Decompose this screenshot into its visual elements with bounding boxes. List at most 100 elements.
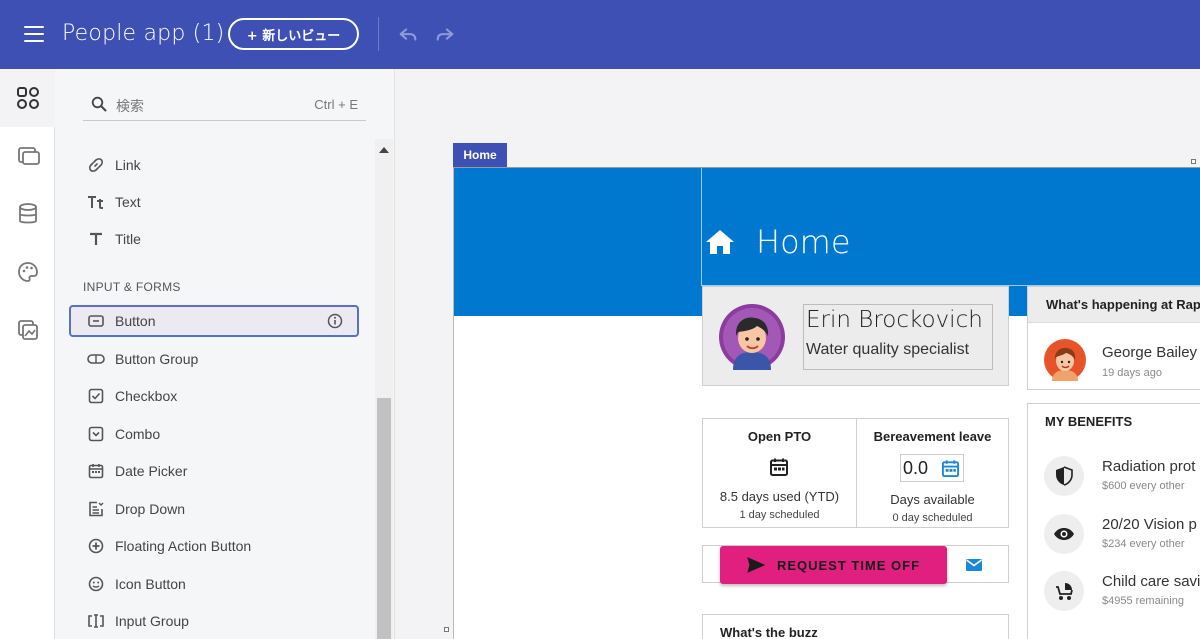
benefit-detail: $600 every other xyxy=(1102,480,1185,492)
button-icon xyxy=(87,312,105,330)
search-field[interactable]: 検索 Ctrl + E xyxy=(83,89,366,121)
page-title: Home xyxy=(756,223,851,261)
resize-handle[interactable] xyxy=(1191,159,1196,164)
info-icon[interactable] xyxy=(327,313,343,329)
calendar-icon xyxy=(770,458,788,476)
toolbox-list: Link Text Title INPUT & FORMS Button But… xyxy=(55,147,375,639)
toolbox-item-label: Link xyxy=(115,157,141,173)
new-view-button[interactable]: + 新しいビュー xyxy=(228,18,359,50)
scroll-thumb[interactable] xyxy=(377,398,391,639)
toolbox-item-input-group[interactable]: Input Group xyxy=(69,605,359,637)
calendar-icon[interactable] xyxy=(941,459,960,478)
profile-role: Water quality specialist xyxy=(806,341,970,358)
toolbox-scrollbar[interactable] xyxy=(375,139,393,639)
my-benefits-card[interactable]: MY BENEFITS Radiation prot $600 every ot… xyxy=(1027,403,1200,639)
rail-views[interactable] xyxy=(0,127,55,185)
home-view-artboard[interactable]: Home Erin Brockovich Water quality speci… xyxy=(453,167,1200,639)
toolbox-item-label: Drop Down xyxy=(115,501,186,517)
toolbox-item-drop-down[interactable]: Drop Down xyxy=(69,493,359,525)
benefits-title: MY BENEFITS xyxy=(1045,414,1133,429)
left-rail xyxy=(0,69,55,639)
toolbox-item-button[interactable]: Button xyxy=(69,305,359,337)
title-icon xyxy=(87,230,105,248)
search-icon xyxy=(91,96,107,112)
toolbox-item-text[interactable]: Text xyxy=(69,186,359,218)
pto-title: Open PTO xyxy=(747,429,812,444)
components-icon xyxy=(16,87,39,109)
activity-person-name: George Bailey xyxy=(1102,344,1198,361)
menu-icon[interactable] xyxy=(24,26,44,42)
toolbox-item-icon-button[interactable]: Icon Button xyxy=(69,568,359,600)
whats-happening-card[interactable]: What's happening at Rap George Bailey 19… xyxy=(1027,286,1200,390)
palette-icon xyxy=(17,262,38,282)
benefit-item[interactable]: Child care savi $4955 remaining xyxy=(1028,571,1200,627)
toolbox-item-checkbox[interactable]: Checkbox xyxy=(69,380,359,412)
profile-name-box[interactable]: Erin Brockovich Water quality specialist xyxy=(803,304,993,370)
toolbox-item-label: Input Group xyxy=(115,613,189,629)
rail-toolbox[interactable] xyxy=(0,69,55,127)
date-picker-icon xyxy=(87,462,105,480)
benefit-name: Child care savi xyxy=(1102,573,1200,590)
benefit-item[interactable]: 20/20 Vision p $234 every other xyxy=(1028,514,1200,570)
request-time-off-button[interactable]: REQUEST TIME OFF xyxy=(720,546,947,584)
toolbox-item-label: Floating Action Button xyxy=(115,538,252,554)
toolbox-item-label: Date Picker xyxy=(115,463,188,479)
toolbox-item-label: Button Group xyxy=(115,351,199,367)
toolbox-item-title[interactable]: Title xyxy=(69,223,359,255)
eye-icon xyxy=(1044,514,1084,554)
toolbox-item-label: Title xyxy=(115,231,141,247)
avatar xyxy=(719,304,785,370)
redo-icon[interactable] xyxy=(434,24,456,46)
toolbox-item-link[interactable]: Link xyxy=(69,149,359,181)
whats-happening-header: What's happening at Rap xyxy=(1028,287,1200,323)
toolbox-item-date-picker[interactable]: Date Picker xyxy=(69,455,359,487)
open-pto-card[interactable]: Open PTO 8.5 days used (YTD) 1 day sched… xyxy=(702,418,857,528)
view-tag-home[interactable]: Home xyxy=(453,143,507,167)
text-icon xyxy=(87,193,105,211)
pto-scheduled: 1 day scheduled xyxy=(739,509,820,521)
button-group-icon xyxy=(87,350,105,368)
rail-assets[interactable] xyxy=(0,301,55,359)
toolbox-item-combo[interactable]: Combo xyxy=(69,418,359,450)
toolbar-divider xyxy=(378,17,379,51)
shield-icon xyxy=(1044,456,1084,496)
drop-down-icon xyxy=(87,500,105,518)
undo-icon[interactable] xyxy=(397,24,419,46)
rail-data[interactable] xyxy=(0,185,55,243)
toolbox-item-label: Text xyxy=(115,194,141,210)
search-input[interactable]: 検索 xyxy=(116,96,144,116)
benefit-detail: $4955 remaining xyxy=(1102,595,1184,607)
link-icon xyxy=(87,156,105,174)
toolbox-item-label: Icon Button xyxy=(115,576,186,592)
benefit-name: Radiation prot xyxy=(1102,458,1196,475)
database-icon xyxy=(18,203,37,224)
views-icon xyxy=(17,147,40,165)
bereavement-leave-card[interactable]: Bereavement leave 0.0 Days available 0 d… xyxy=(856,418,1009,528)
image-icon xyxy=(17,320,38,340)
action-row: REQUEST TIME OFF xyxy=(702,545,1009,584)
send-icon xyxy=(747,557,765,573)
rail-themes[interactable] xyxy=(0,243,55,301)
bereavement-date-field[interactable]: 0.0 xyxy=(900,454,964,482)
stroller-icon xyxy=(1044,571,1084,611)
toolbox-item-button-group[interactable]: Button Group xyxy=(69,343,359,375)
mail-icon[interactable] xyxy=(965,558,983,572)
app-title: People app (1) xyxy=(62,21,225,46)
toolbox-item-label: Button xyxy=(115,313,156,329)
benefit-item[interactable]: Radiation prot $600 every other xyxy=(1028,456,1200,512)
fab-icon xyxy=(87,537,105,555)
profile-card[interactable]: Erin Brockovich Water quality specialist xyxy=(702,286,1009,386)
checkbox-icon xyxy=(87,387,105,405)
toolbox-item-floating-action-button[interactable]: Floating Action Button xyxy=(69,530,359,562)
resize-handle[interactable] xyxy=(444,627,449,632)
icon-button-icon xyxy=(87,575,105,593)
input-group-icon xyxy=(87,612,105,630)
toolbox-item-label: Combo xyxy=(115,426,161,442)
bereavement-value: 0.0 xyxy=(903,458,929,478)
pto-used: 8.5 days used (YTD) xyxy=(719,489,840,504)
scroll-up-arrow[interactable] xyxy=(379,147,389,153)
benefit-name: 20/20 Vision p xyxy=(1102,516,1197,533)
bereavement-scheduled: 0 day scheduled xyxy=(892,512,973,524)
buzz-card[interactable]: What's the buzz xyxy=(702,614,1009,639)
design-canvas[interactable]: Home Home Erin Brockovich Water quality … xyxy=(396,69,1200,639)
